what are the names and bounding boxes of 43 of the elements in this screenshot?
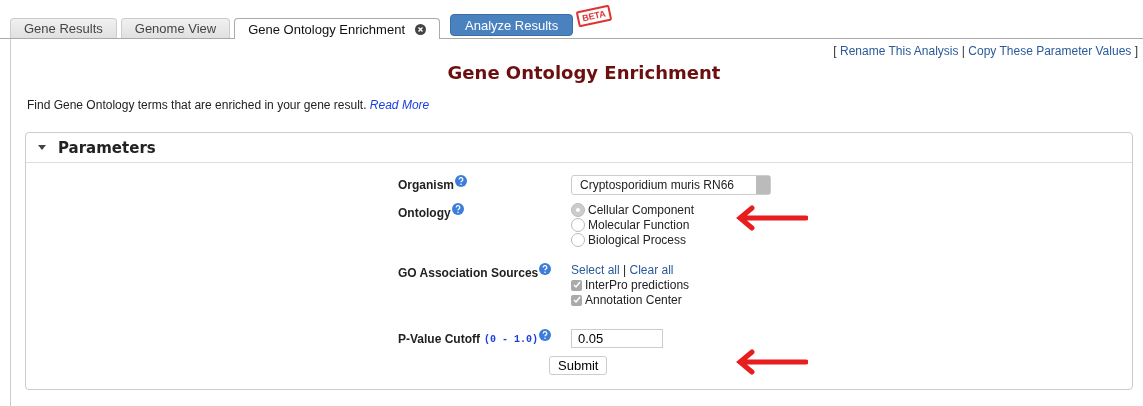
option-label: InterPro predictions — [585, 278, 690, 292]
help-icon[interactable] — [455, 175, 467, 187]
help-icon[interactable] — [451, 203, 464, 215]
checkbox[interactable] — [571, 294, 582, 306]
link[interactable]: Rename This Analysis — [840, 44, 959, 58]
organism-select[interactable]: Cryptosporidium muris RN66 — [571, 175, 771, 195]
section-title: Parameters — [58, 138, 156, 157]
bracket: [ — [833, 44, 837, 58]
option-label: Biological Process — [588, 233, 687, 247]
p-value-field[interactable]: 0.05 — [571, 329, 663, 348]
tab[interactable]: Genome View — [120, 18, 231, 38]
option-label: Annotation Center — [585, 293, 682, 307]
separator: | — [623, 263, 627, 277]
submit-button[interactable]: Submit — [549, 356, 608, 375]
link[interactable]: Copy These Parameter Values — [968, 44, 1132, 58]
field-label: Organism — [398, 177, 454, 192]
link[interactable]: Clear all — [629, 263, 674, 277]
read-more-link[interactable]: Read More — [369, 98, 430, 112]
separator: | — [961, 44, 965, 58]
page-title: Gene Ontology Enrichment — [446, 62, 722, 83]
field-label: P-Value Cutoff — [398, 331, 480, 346]
field-label: GO Association Sources — [398, 265, 539, 280]
bracket: ] — [1134, 44, 1138, 58]
option-label: Molecular Function — [588, 218, 690, 232]
caret-icon[interactable] — [38, 144, 46, 151]
link[interactable]: Select all — [571, 263, 620, 277]
help-icon[interactable] — [539, 263, 552, 275]
range-hint: (0 - 1.0) — [484, 333, 539, 345]
tab[interactable]: Gene Ontology Enrichment — [234, 18, 440, 39]
radio-button[interactable] — [571, 218, 585, 232]
help-icon[interactable] — [539, 329, 552, 341]
tab[interactable]: Gene Results — [10, 18, 117, 38]
close-icon[interactable] — [415, 23, 426, 35]
beta-badge: BETA — [575, 4, 613, 28]
arrow-icon — [736, 349, 808, 375]
radio-button[interactable] — [571, 203, 585, 217]
arrow-icon — [736, 205, 808, 231]
radio-button[interactable] — [571, 233, 585, 247]
field-label: Ontology — [398, 205, 451, 220]
analyze-button[interactable]: Analyze Results — [450, 14, 574, 36]
option-label: Cellular Component — [588, 203, 695, 217]
description: Find Gene Ontology terms that are enriched in your gene result. Read More — [27, 98, 431, 112]
checkbox[interactable] — [571, 279, 582, 291]
